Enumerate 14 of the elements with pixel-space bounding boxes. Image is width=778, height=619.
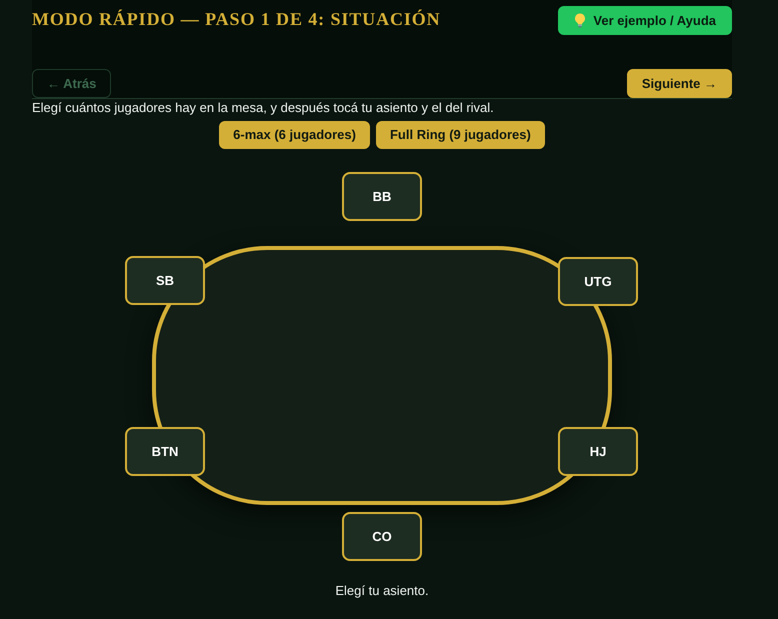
table-size-button[interactable]: Full Ring (9 jugadores) [376, 121, 545, 149]
seat-button[interactable]: BB [342, 172, 422, 221]
seat-button[interactable]: CO [342, 512, 422, 561]
seat-button[interactable]: UTG [558, 257, 638, 306]
help-button[interactable]: Ver ejemplo / Ayuda [558, 6, 732, 35]
seat-button[interactable]: HJ [558, 427, 638, 476]
seat-button[interactable]: BTN [125, 427, 205, 476]
lightbulb-icon [574, 13, 586, 28]
next-button[interactable]: Siguiente → [626, 69, 732, 98]
table-size-button[interactable]: 6-max (6 jugadores) [219, 121, 370, 149]
page-title: MODO RÁPIDO — PASO 1 DE 4: SITUACIÓN [32, 8, 441, 31]
seat-button[interactable]: SB [125, 256, 205, 305]
prompt-text: Elegí tu asiento. [334, 583, 430, 599]
instruction-text: Elegí cuántos jugadores hay en la mesa, y después tocá tu asiento y el del rival. [32, 100, 495, 116]
